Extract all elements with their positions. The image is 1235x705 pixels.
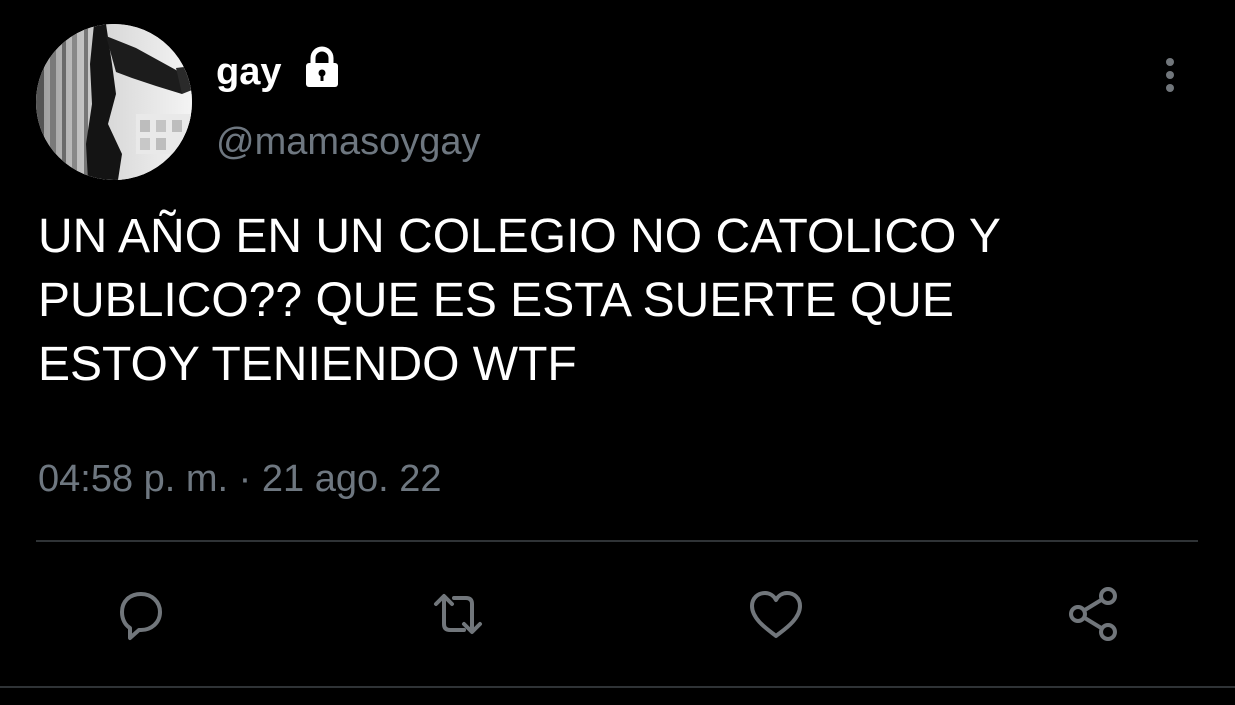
tweet-timestamp[interactable]: 04:58 p. m. · 21 ago. 22 — [38, 455, 442, 503]
avatar-image — [36, 24, 192, 180]
like-button[interactable] — [744, 582, 808, 646]
tweet-text: UN AÑO EN UN COLEGIO NO CATOLICO Y PUBLI… — [38, 210, 1001, 391]
more-vertical-icon[interactable] — [1150, 50, 1190, 98]
divider — [36, 540, 1198, 542]
avatar[interactable] — [36, 24, 192, 180]
retweet-icon — [434, 594, 482, 634]
retweet-button[interactable] — [426, 582, 490, 646]
heart-icon — [750, 591, 802, 638]
lock-icon — [298, 42, 346, 90]
user-handle[interactable]: @mamasoygay — [216, 120, 481, 164]
bottom-divider — [0, 686, 1235, 688]
display-name[interactable]: gay — [216, 50, 281, 94]
share-button[interactable] — [1062, 582, 1126, 646]
reply-icon — [120, 592, 162, 640]
share-icon — [1069, 587, 1117, 641]
reply-button[interactable] — [108, 582, 172, 646]
